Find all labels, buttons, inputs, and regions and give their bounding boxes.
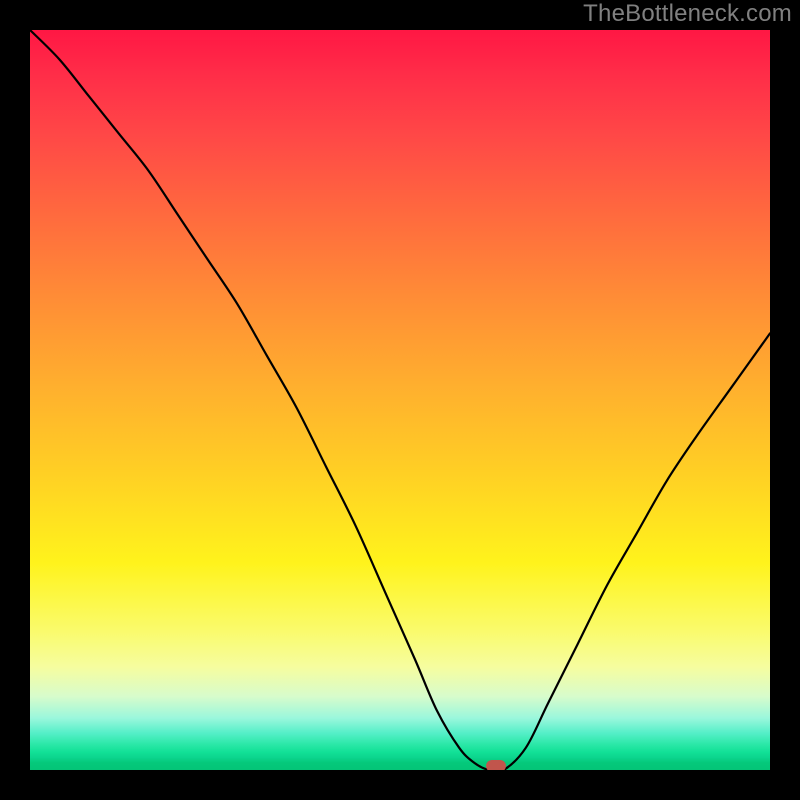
chart-frame: TheBottleneck.com — [0, 0, 800, 800]
bottleneck-curve-path — [30, 30, 770, 770]
watermark-text: TheBottleneck.com — [583, 0, 792, 28]
plot-area — [30, 30, 770, 770]
line-series — [30, 30, 770, 770]
optimal-point-marker — [486, 760, 506, 770]
